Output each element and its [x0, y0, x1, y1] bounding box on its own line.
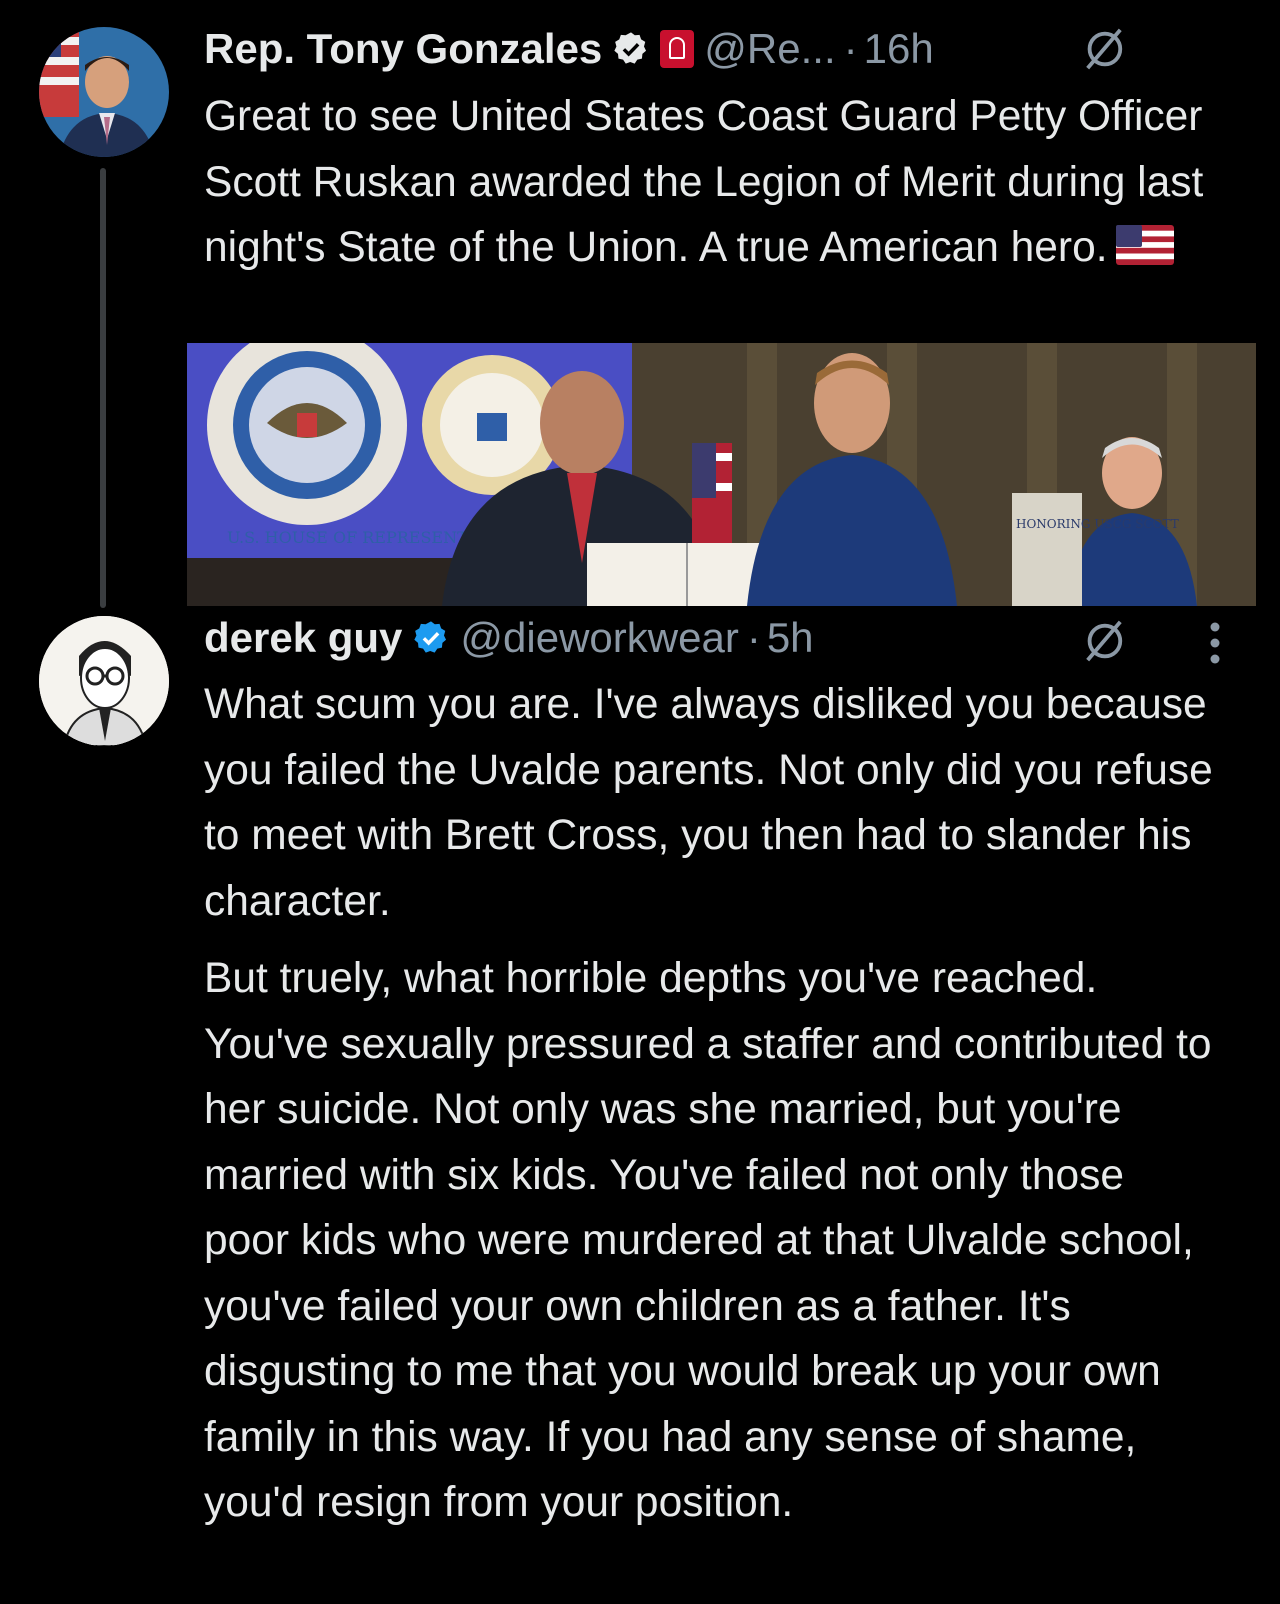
timestamp[interactable]: 16h [864, 25, 934, 73]
government-badge-icon [660, 30, 695, 68]
separator: · [746, 614, 761, 661]
grok-icon[interactable] [1080, 618, 1126, 664]
verified-badge-icon [614, 32, 647, 64]
thread-line [100, 168, 106, 608]
tweet-text-paragraph: What scum you are. I've always disliked … [204, 681, 1213, 925]
author-handle[interactable]: @Re... [704, 25, 835, 73]
tweet-media-image[interactable]: U.S. HOUSE OF REPRESENTATIVES HONORING U… [187, 343, 1256, 606]
avatar-derek-guy[interactable] [39, 616, 169, 746]
timestamp[interactable]: 5h [767, 614, 814, 662]
author-name[interactable]: Rep. Tony Gonzales [204, 25, 602, 73]
more-icon[interactable] [1209, 619, 1221, 667]
tweet-text: Great to see United States Coast Guard P… [204, 84, 1214, 281]
avatar-gonzales[interactable] [39, 27, 169, 157]
us-flag-emoji [1115, 225, 1174, 265]
verified-badge-icon [414, 621, 447, 653]
author-name[interactable]: derek guy [204, 614, 402, 662]
author-handle[interactable]: @dieworkwear [460, 614, 738, 662]
tweet-text-paragraph: Great to see United States Coast Guard P… [204, 93, 1204, 271]
tweet-text: What scum you are. I've always disliked … [204, 672, 1214, 1536]
grok-icon[interactable] [1080, 26, 1126, 72]
tweet-text-paragraph: But truely, what horrible depths you've … [204, 955, 1212, 1526]
separator: · [843, 25, 858, 72]
banner-text: HONORING USCG SCOTT [1016, 517, 1179, 531]
